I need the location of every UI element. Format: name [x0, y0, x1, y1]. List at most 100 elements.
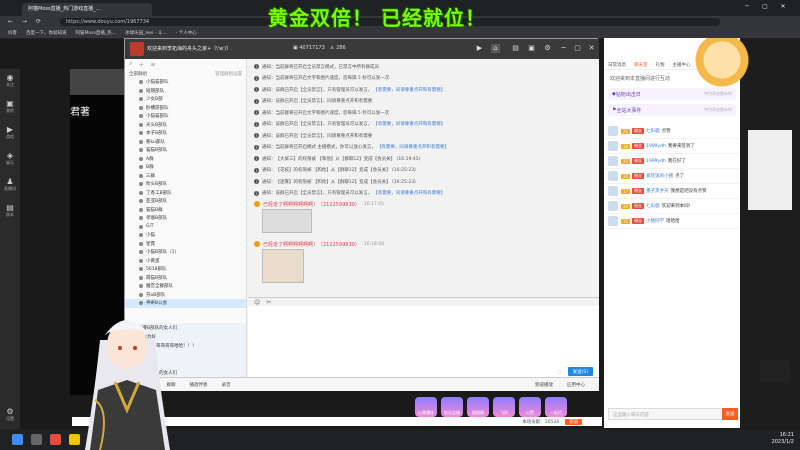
sender-avatar[interactable] [254, 241, 260, 247]
sender-name[interactable]: 已经走了啊啊啊啊啊啊！（2122599939） [263, 241, 360, 248]
app-icon[interactable] [50, 434, 61, 445]
notice-tag[interactable]: 【有需要，同请尊重点开和有需要】 [373, 87, 445, 93]
group-item[interactable]: 猫猫B群 [125, 206, 246, 215]
group-item[interactable]: 小猫B部队（1） [125, 248, 246, 257]
group-item[interactable]: 芬oB部队 [125, 291, 246, 300]
trophy-logo-icon[interactable] [760, 360, 790, 382]
gift-3[interactable]: 飞机 [493, 397, 515, 417]
danmu-item[interactable]: 30 粉丝 爱吃饭的小猪 点了 [604, 169, 740, 184]
group-item[interactable]: 少女B部 [125, 95, 246, 104]
danmu-item[interactable]: 22 粉丝 1999ydh 我在好了 [604, 154, 740, 169]
gift-5[interactable]: 一起打 [545, 397, 567, 417]
video-call-icon[interactable]: ▶ [475, 44, 484, 53]
group-item[interactable]: 三群 [125, 172, 246, 181]
danmu-avatar[interactable] [608, 171, 618, 181]
close-icon[interactable]: ✕ [776, 3, 790, 13]
add-icon[interactable]: ＋ [138, 60, 144, 69]
group-item[interactable]: 小黄蛋 [125, 257, 246, 266]
group-item[interactable]: GiT [125, 223, 246, 232]
bookmark-2[interactable]: 阿猫Moss直播_热… [76, 30, 117, 36]
notice-tag[interactable]: 【有需要，同请尊重点开和有需要】 [373, 190, 445, 196]
danmu-user[interactable]: 爱吃饭的小猪 [646, 173, 673, 179]
bottom-record[interactable]: 录音 [222, 382, 231, 388]
danmu-user[interactable]: 小猪同学 [646, 218, 664, 224]
tab-daily[interactable]: 日常消息 [608, 62, 626, 68]
danmu-avatar[interactable] [608, 126, 618, 136]
notice-tag[interactable]: 【有需要，同请尊重点开和有需要】 [377, 144, 449, 150]
reload-icon[interactable]: ⟳ [36, 18, 41, 25]
danmu-send-button[interactable]: 发送 [722, 408, 738, 420]
window-min-icon[interactable]: ─ [559, 44, 568, 53]
search-icon[interactable]: ⌕ [129, 60, 132, 68]
group-item[interactable]: 本子B部队 [125, 129, 246, 138]
home-icon[interactable]: ⌂ [491, 44, 500, 53]
album-icon[interactable]: ▣ [527, 44, 536, 53]
settings-icon[interactable]: ⚙ [543, 44, 552, 53]
danmu-avatar[interactable] [608, 156, 618, 166]
group-item[interactable]: 丁香工B部队 [125, 189, 246, 198]
danmu-item[interactable]: 15 粉丝 小猪同学 哈哈哈 [604, 214, 740, 229]
group-item[interactable]: 蕉ku部队 [125, 138, 246, 147]
gift-2[interactable]: 甜甜圈 [467, 397, 489, 417]
minimize-icon[interactable]: ─ [740, 3, 754, 13]
group-manage-link[interactable]: 管理群组设置 [215, 71, 242, 77]
danmu-item[interactable]: 20 粉丝 七彩鹿 欢迎来到本间！ [604, 199, 740, 214]
bottom-channel[interactable]: 频道播放 [535, 382, 553, 388]
folder-icon[interactable] [69, 434, 80, 445]
group-item[interactable]: 小猫 [125, 231, 246, 240]
group-item[interactable]: 短期部队 [125, 87, 246, 96]
danmu-item[interactable]: 17 粉丝 墨子黑手天 我想是吧没有点赞 [604, 184, 740, 199]
danmu-input[interactable]: 这里输入聊天内容 [608, 408, 736, 420]
nav-fun[interactable]: ◈ 娱乐 [0, 147, 20, 173]
message-input[interactable] [248, 306, 599, 366]
danmu-avatar[interactable] [608, 201, 618, 211]
chat-bubble-icon[interactable]: ◌ [557, 369, 561, 375]
group-item[interactable]: 亚亚B部队 [125, 197, 246, 206]
danmu-avatar[interactable] [608, 216, 618, 226]
stream-thumbnail[interactable] [70, 69, 124, 95]
nav-mine[interactable]: ▣ 我的 [0, 95, 20, 121]
window-max-icon[interactable]: ▢ [573, 44, 582, 53]
nav-room[interactable]: ♟ 直播间 [0, 173, 20, 199]
group-item[interactable]: 吹头B部队 [125, 180, 246, 189]
danmu-avatar[interactable] [608, 141, 618, 151]
back-icon[interactable]: ← [8, 18, 13, 25]
danmu-item[interactable]: 18 粉丝 1999ydh 我要来签到了 [604, 139, 740, 154]
event-banner-2[interactable]: ⚑ 全站大事件 今日开启倒计时 [608, 104, 736, 116]
file-icon[interactable]: ▤ [511, 44, 520, 53]
forward-icon[interactable]: → [22, 18, 27, 25]
search-icon[interactable] [31, 434, 42, 445]
group-item[interactable]: 魔音全群部队 [125, 282, 246, 291]
group-item[interactable]: 星霓 [125, 240, 246, 249]
group-item[interactable]: 猫猫B部队 [125, 146, 246, 155]
group-item[interactable]: 小猫猫部队 [125, 78, 246, 87]
list-icon[interactable]: ≡ [150, 61, 155, 68]
emoji-icon[interactable]: ☺ [254, 299, 260, 306]
nav-game[interactable]: ▶ 游戏 [0, 121, 20, 147]
gift-4[interactable]: 火箭 [519, 397, 541, 417]
bottom-music[interactable]: 播放伴奏 [190, 382, 208, 388]
notice-tag[interactable]: 【有需要，同请尊重点开和有需要】 [373, 121, 445, 127]
danmu-avatar[interactable] [608, 186, 618, 196]
nav-follow[interactable]: ◉ 关注 [0, 69, 20, 95]
danmu-user[interactable]: 1999ydh [646, 159, 666, 164]
group-item[interactable]: 卧槽游部队 [125, 104, 246, 113]
group-item[interactable]: 光头B部队 [125, 121, 246, 130]
message-image[interactable] [262, 209, 312, 233]
bookmark-4[interactable]: · 个人中心 [176, 30, 197, 36]
danmu-user[interactable]: 1999ydh [646, 144, 666, 149]
gift-1[interactable]: 钻石宝箱 [441, 397, 463, 417]
danmu-item[interactable]: 25 粉丝 七彩鹿 点赞 [604, 124, 740, 139]
danmu-user[interactable]: 七彩鹿 [646, 203, 660, 209]
danmu-user[interactable]: 七彩鹿 [646, 128, 660, 134]
tab-anchor[interactable]: 主播中心 [673, 62, 691, 68]
nav-settings[interactable]: ⚙ 设置 [0, 403, 20, 429]
group-header-label[interactable]: 全部群组 [129, 71, 147, 77]
browser-tab[interactable]: 阿猫Moss直播_热门游戏直播_… [22, 3, 152, 16]
recharge-button[interactable]: 充值 [565, 418, 582, 425]
bookmark-1[interactable]: 百度一下，你就知道 [26, 30, 67, 36]
danmu-user[interactable]: 墨子黑手天 [646, 188, 669, 194]
sender-name[interactable]: 已经走了啊啊啊啊啊啊！（2122599939） [263, 201, 360, 208]
windows-start-icon[interactable] [12, 434, 23, 445]
group-item[interactable]: B群 [125, 163, 246, 172]
